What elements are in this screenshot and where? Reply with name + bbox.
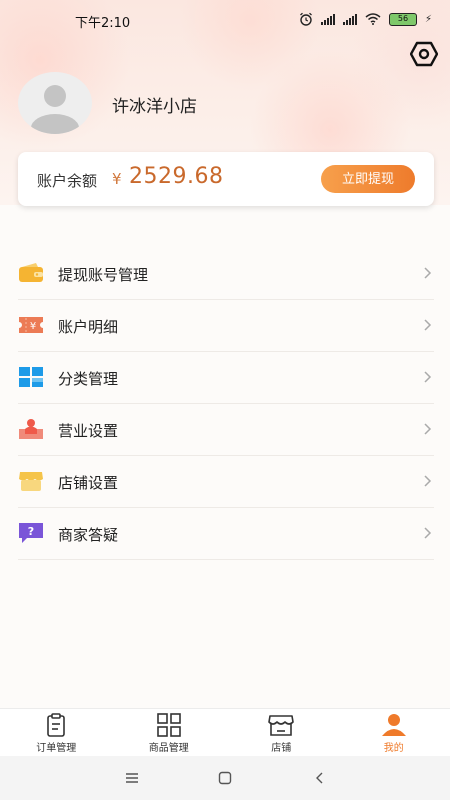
signal-icon [342, 13, 357, 25]
menu-item-label: 分类管理 [58, 370, 119, 388]
menu-icon[interactable] [122, 768, 142, 788]
tab-label: 店铺 [271, 743, 292, 754]
menu-item-category-management[interactable]: 分类管理 [18, 352, 434, 404]
currency-symbol: ¥ [112, 170, 122, 188]
menu-item-business-settings[interactable]: 营业设置 [18, 404, 434, 456]
home-icon[interactable] [215, 768, 235, 788]
menu-item-merchant-faq[interactable]: ? 商家答疑 [18, 508, 434, 560]
menu-item-label: 营业设置 [58, 422, 119, 440]
menu-item-label: 提现账号管理 [58, 266, 149, 284]
settings-menu: 提现账号管理 ¥ 账户明细 分类管理 营业设置 店铺设置 ? 商家答疑 [18, 248, 434, 560]
user-icon [381, 714, 406, 736]
status-time: 下午2:10 [75, 16, 131, 31]
chevron-right-icon [424, 475, 432, 487]
withdraw-button[interactable]: 立即提现 [321, 165, 415, 193]
grid-icon [156, 713, 181, 737]
store-icon [268, 715, 295, 736]
balance-amount: 2529.68 [129, 164, 224, 189]
battery-icon: 56 [388, 12, 417, 26]
wallet-icon [19, 263, 43, 282]
business-person-icon [19, 419, 43, 439]
tab-products[interactable]: 商品管理 [113, 709, 226, 756]
charging-icon: ⚡ [424, 13, 432, 25]
category-grid-icon [19, 367, 43, 387]
shop-store-icon [19, 472, 43, 491]
balance-card: 账户余额 ¥ 2529.68 立即提现 [18, 152, 434, 206]
avatar[interactable] [18, 72, 92, 134]
balance-label: 账户余额 [37, 172, 98, 190]
back-icon[interactable] [310, 768, 330, 788]
ticket-yuan-icon: ¥ [19, 317, 43, 333]
tab-label: 我的 [383, 743, 404, 754]
menu-item-label: 商家答疑 [58, 526, 119, 544]
menu-item-label: 账户明细 [58, 318, 119, 336]
svg-text:¥: ¥ [30, 321, 36, 332]
signal-icon [320, 13, 335, 25]
question-chat-icon: ? [19, 523, 43, 543]
tab-label: 商品管理 [148, 743, 189, 754]
status-bar: 下午2:10 56 ⚡ [0, 0, 450, 40]
chevron-right-icon [424, 319, 432, 331]
chevron-right-icon [424, 527, 432, 539]
tab-orders[interactable]: 订单管理 [0, 709, 113, 756]
wifi-icon [365, 13, 381, 25]
menu-item-label: 店铺设置 [58, 474, 119, 492]
chevron-right-icon [424, 371, 432, 383]
tab-mine[interactable]: 我的 [338, 709, 450, 756]
tab-label: 订单管理 [36, 743, 77, 754]
chevron-right-icon [424, 423, 432, 435]
default-avatar-icon [31, 85, 79, 134]
clipboard-icon [47, 713, 66, 737]
shop-name: 许冰洋小店 [112, 97, 197, 117]
svg-text:?: ? [28, 525, 34, 538]
tab-store[interactable]: 店铺 [225, 709, 338, 756]
system-navigation-bar [0, 756, 450, 800]
alarm-icon [300, 12, 312, 26]
bottom-tab-bar: 订单管理 商品管理 店铺 我的 [0, 708, 450, 756]
settings-button[interactable] [408, 38, 440, 70]
menu-item-withdraw-account[interactable]: 提现账号管理 [18, 248, 434, 300]
menu-item-store-settings[interactable]: 店铺设置 [18, 456, 434, 508]
hexagon-settings-icon [410, 41, 438, 67]
chevron-right-icon [424, 267, 432, 279]
status-icons: 56 ⚡ [299, 12, 432, 26]
menu-item-account-details[interactable]: ¥ 账户明细 [18, 300, 434, 352]
